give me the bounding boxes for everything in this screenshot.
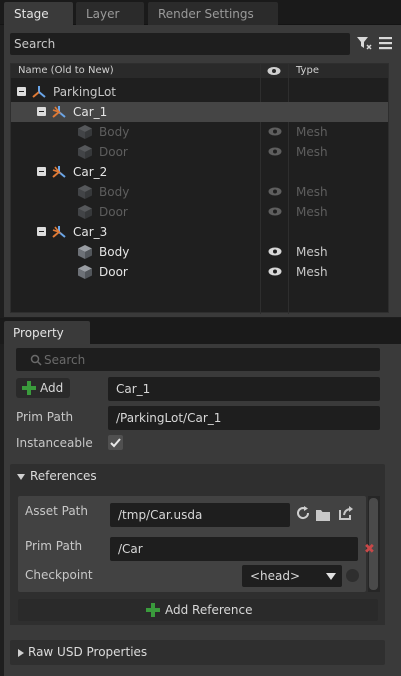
- add-reference-button[interactable]: Add Reference: [18, 599, 378, 621]
- expand-triangle-icon: [18, 649, 24, 657]
- plus-icon: [146, 603, 160, 617]
- prim-path-label: Prim Path: [16, 410, 74, 424]
- property-tabbar: Property: [0, 318, 401, 344]
- stage-search-input[interactable]: Search: [10, 33, 350, 55]
- tree-row[interactable]: Car_2: [11, 162, 388, 182]
- search-icon: [30, 354, 42, 366]
- references-title: References: [30, 469, 97, 483]
- prim-name-field[interactable]: Car_1: [108, 377, 380, 401]
- add-button-label: Add: [40, 381, 64, 395]
- eye-icon[interactable]: [268, 147, 282, 156]
- prim-path-field[interactable]: /ParkingLot/Car_1: [108, 406, 380, 430]
- folder-icon[interactable]: [315, 507, 331, 523]
- property-panel: Search Add Car_1 Prim Path /ParkingLot/C…: [4, 344, 401, 676]
- mesh-cube-icon: [78, 145, 92, 159]
- tab-layer[interactable]: Layer: [76, 2, 144, 25]
- stage-panel: Search Name (Old to New) Type ParkingLot…: [4, 25, 401, 317]
- tree-row-type: Mesh: [296, 185, 328, 199]
- xform-icon: [32, 86, 46, 98]
- mesh-cube-icon: [78, 185, 92, 199]
- instanceable-checkbox[interactable]: [108, 435, 123, 450]
- open-external-icon[interactable]: [338, 505, 354, 521]
- tree-row[interactable]: Body Mesh: [11, 242, 388, 262]
- check-icon: [110, 438, 121, 448]
- tree-row-label: ParkingLot: [53, 85, 117, 99]
- asset-path-label: Asset Path: [25, 504, 88, 518]
- tab-render-settings[interactable]: Render Settings: [148, 2, 278, 25]
- stage-tabbar: Stage Layer Render Settings: [0, 0, 401, 25]
- property-search-input[interactable]: Search: [16, 348, 380, 371]
- tree-row[interactable]: Body Mesh: [11, 182, 388, 202]
- tree-row-label: Door: [99, 145, 128, 159]
- collapse-expander-icon[interactable]: [37, 227, 46, 236]
- raw-usd-title: Raw USD Properties: [28, 645, 148, 659]
- tree-row-type: Mesh: [296, 145, 328, 159]
- plus-icon: [22, 381, 36, 395]
- tree-row-label: Door: [99, 205, 128, 219]
- collapse-expander-icon[interactable]: [37, 167, 46, 176]
- tree-row-label: Door: [99, 265, 128, 279]
- dropdown-arrow-icon: [326, 573, 336, 580]
- tree-row-label: Car_2: [73, 165, 108, 179]
- tree-row[interactable]: ParkingLot: [11, 82, 388, 102]
- tree-row[interactable]: Car_1: [11, 102, 388, 122]
- eye-icon[interactable]: [268, 247, 282, 256]
- add-button[interactable]: Add: [16, 378, 70, 398]
- tree-row[interactable]: Door Mesh: [11, 142, 388, 162]
- reference-prim-path-field[interactable]: /Car: [110, 537, 358, 561]
- collapse-expander-icon[interactable]: [17, 87, 26, 96]
- tree-row-label: Body: [99, 245, 130, 259]
- tree-row[interactable]: Car_3: [11, 222, 388, 242]
- collapse-expander-icon[interactable]: [37, 107, 46, 116]
- delete-icon[interactable]: ✖: [364, 542, 375, 557]
- raw-usd-section-header[interactable]: Raw USD Properties: [10, 640, 385, 665]
- tree-row-label: Car_3: [73, 225, 108, 239]
- checkpoint-value: <head>: [250, 569, 301, 583]
- collapse-triangle-icon: [17, 474, 25, 480]
- references-section-header[interactable]: References: [10, 464, 385, 489]
- eye-icon: [267, 67, 281, 75]
- checkpoint-dropdown[interactable]: <head>: [242, 565, 342, 587]
- xform-icon: [52, 106, 66, 118]
- tree-row[interactable]: Door Mesh: [11, 262, 388, 282]
- eye-icon[interactable]: [268, 187, 282, 196]
- tree-row[interactable]: Door Mesh: [11, 202, 388, 222]
- mesh-cube-icon: [78, 265, 92, 279]
- eye-icon[interactable]: [268, 127, 282, 136]
- reference-prim-path-label: Prim Path: [25, 539, 83, 553]
- eye-icon[interactable]: [268, 267, 282, 276]
- tree-row[interactable]: Body Mesh: [11, 122, 388, 142]
- asset-path-field[interactable]: /tmp/Car.usda: [110, 503, 290, 527]
- column-type-header[interactable]: Type: [296, 65, 319, 76]
- tree-row-type: Mesh: [296, 245, 328, 259]
- tree-header: Name (Old to New) Type: [11, 64, 388, 78]
- tree-row-type: Mesh: [296, 125, 328, 139]
- instanceable-label: Instanceable: [16, 436, 93, 450]
- filter-icon[interactable]: [356, 35, 372, 51]
- menu-icon[interactable]: [378, 35, 394, 51]
- eye-icon[interactable]: [268, 207, 282, 216]
- tree-row-label: Car_1: [73, 105, 108, 119]
- checkpoint-label: Checkpoint: [25, 568, 93, 582]
- xform-icon: [52, 166, 66, 178]
- tree-row-type: Mesh: [296, 265, 328, 279]
- tree-row-type: Mesh: [296, 205, 328, 219]
- add-reference-label: Add Reference: [165, 603, 253, 617]
- mesh-cube-icon: [78, 245, 92, 259]
- tab-stage[interactable]: Stage: [4, 2, 73, 25]
- tree-row-label: Body: [99, 185, 130, 199]
- reload-icon[interactable]: [295, 505, 311, 521]
- mesh-cube-icon: [78, 205, 92, 219]
- checkpoint-toggle[interactable]: [346, 569, 359, 582]
- tree-row-label: Body: [99, 125, 130, 139]
- stage-tree: Name (Old to New) Type ParkingLot Car_1 Bo…: [10, 63, 389, 314]
- xform-icon: [52, 226, 66, 238]
- mesh-cube-icon: [78, 125, 92, 139]
- tab-property[interactable]: Property: [4, 321, 90, 344]
- column-name-header[interactable]: Name (Old to New): [18, 65, 114, 76]
